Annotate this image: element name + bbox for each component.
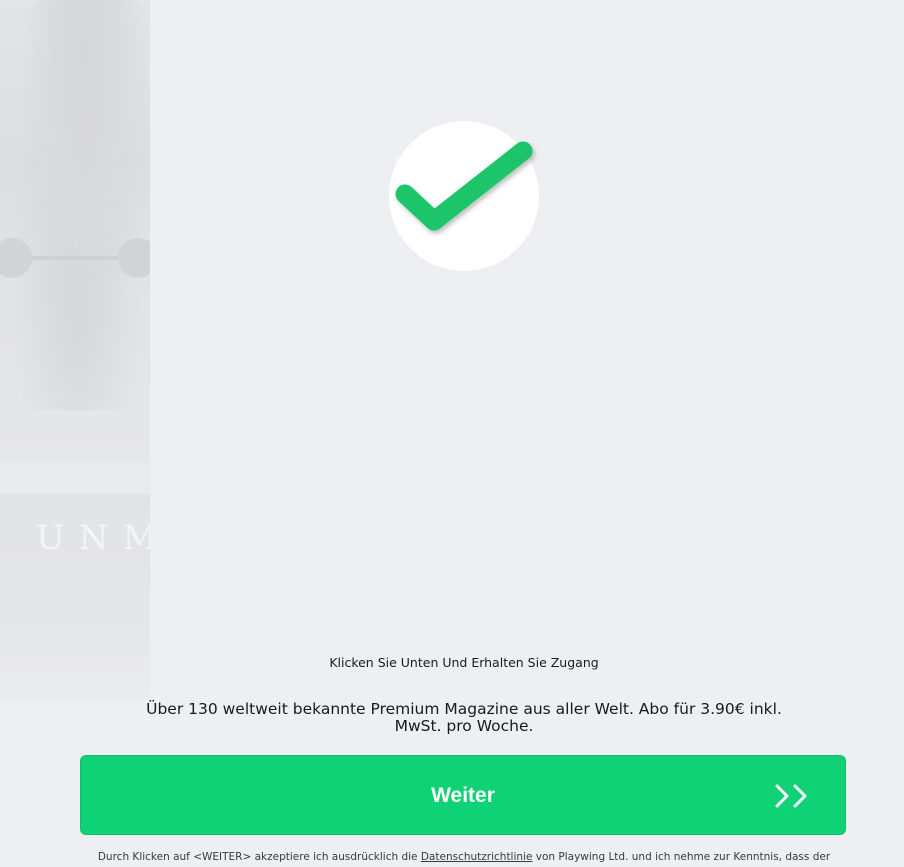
background-model-figure	[10, 0, 150, 410]
background-ring-right	[118, 238, 150, 278]
success-badge	[389, 121, 539, 271]
background-magazine-cover-image	[0, 0, 150, 462]
background-strap	[20, 256, 130, 260]
checkmark-icon	[395, 141, 533, 231]
background-divider	[0, 462, 150, 494]
background-masthead: UNMA	[36, 518, 150, 558]
legal-text-before: Durch Klicken auf <WEITER> akzeptiere ic…	[97, 851, 421, 863]
access-instruction: Klicken Sie Unten Und Erhalten Sie Zugan…	[329, 655, 599, 670]
legal-disclaimer: Durch Klicken auf <WEITER> akzeptiere ic…	[0, 851, 904, 863]
page: UNMA Klicken Sie Unten Und Erhalten Sie …	[0, 0, 904, 867]
continue-button[interactable]: Weiter	[80, 755, 846, 835]
double-chevron-right-icon	[775, 784, 807, 808]
continue-button-label: Weiter	[431, 784, 495, 807]
legal-text-after: von Playwing Ltd. und ich nehme zur Kenn…	[532, 851, 831, 863]
privacy-policy-link[interactable]: Datenschutzrichtlinie	[421, 851, 533, 863]
offer-description: Über 130 weltweit bekannte Premium Magaz…	[146, 700, 782, 735]
